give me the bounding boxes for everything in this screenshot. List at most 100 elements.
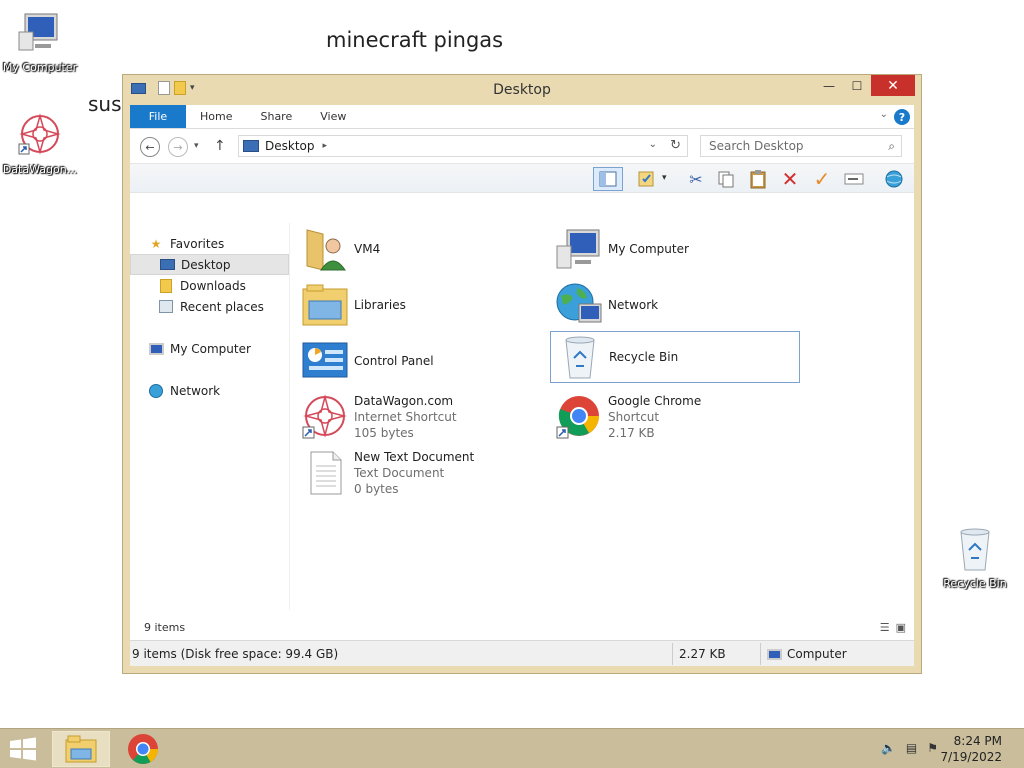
- taskbar: 🔈 ▤ ⚑ 8:24 PM 7/19/2022: [0, 728, 1024, 768]
- desktop-icon-label: DataWagon...: [2, 163, 78, 176]
- forward-button[interactable]: →: [168, 137, 188, 157]
- downloads-icon: [158, 278, 174, 294]
- volume-muted-icon[interactable]: 🔈: [881, 741, 896, 755]
- file-name: Recycle Bin: [609, 350, 679, 364]
- recent-locations-icon[interactable]: ▾: [194, 141, 199, 151]
- file-size: 0 bytes: [354, 482, 399, 496]
- nav-favorites-label: Favorites: [170, 236, 225, 251]
- start-button[interactable]: [8, 737, 38, 761]
- minimize-button[interactable]: —: [815, 75, 843, 96]
- clipboard-icon: [750, 170, 766, 189]
- refresh-icon[interactable]: ↻: [670, 138, 681, 153]
- address-bar[interactable]: Desktop ▸ ⌄ ↻: [238, 135, 688, 157]
- cut-button[interactable]: ✂: [684, 167, 708, 191]
- delete-button[interactable]: ✕: [778, 167, 802, 191]
- nav-recent-label: Recent places: [180, 299, 264, 314]
- file-item-recycle-bin[interactable]: Recycle Bin: [550, 331, 800, 383]
- desktop-icon-label: My Computer: [2, 61, 78, 74]
- file-name: DataWagon.com: [354, 394, 454, 408]
- nav-network-label: Network: [170, 383, 221, 398]
- file-name: VM4: [354, 242, 381, 256]
- desktop-location-icon: [243, 140, 259, 152]
- file-item-google-chrome[interactable]: Google Chrome Shortcut 2.17 KB: [554, 391, 804, 443]
- tab-view[interactable]: View: [306, 105, 360, 128]
- web-button[interactable]: [882, 167, 906, 191]
- navigation-pane: ★ Favorites Desktop Downloads Recent pla…: [130, 223, 290, 610]
- back-button[interactable]: ←: [140, 137, 160, 157]
- datawagon-shortcut-icon: [18, 113, 61, 155]
- file-item-my-computer[interactable]: My Computer: [554, 223, 804, 275]
- file-size: 105 bytes: [354, 426, 414, 440]
- title-bar[interactable]: ▾ Desktop — ☐ ✕: [123, 75, 921, 105]
- file-item-datawagon[interactable]: DataWagon.com Internet Shortcut 105 byte…: [300, 391, 550, 443]
- copy-icon: [718, 171, 734, 188]
- desktop-icon: [159, 257, 175, 273]
- file-type: Internet Shortcut: [354, 410, 457, 424]
- paste-button[interactable]: [746, 167, 770, 191]
- status-bar: 9 items (Disk free space: 99.4 GB) 2.27 …: [130, 640, 914, 666]
- nav-favorites[interactable]: ★ Favorites: [130, 233, 289, 254]
- nav-network[interactable]: Network: [130, 380, 289, 401]
- nav-recent-places[interactable]: Recent places: [130, 296, 289, 317]
- chrome-shortcut-icon: [556, 396, 599, 439]
- file-name: Network: [608, 298, 659, 312]
- file-item-libraries[interactable]: Libraries: [300, 279, 550, 331]
- clock[interactable]: 8:24 PM 7/19/2022: [940, 733, 1002, 765]
- nav-desktop[interactable]: Desktop: [130, 254, 289, 275]
- network-globe-icon: [556, 283, 602, 323]
- recycle-bin-icon: [565, 336, 595, 379]
- file-item-network[interactable]: Network: [554, 279, 804, 331]
- globe-icon: [885, 170, 903, 188]
- details-view-icon[interactable]: ☰: [880, 621, 890, 634]
- search-icon: ⌕: [888, 139, 895, 153]
- scissors-icon: ✂: [689, 169, 703, 189]
- breadcrumb-arrow-icon[interactable]: ▸: [323, 141, 328, 151]
- select-button[interactable]: [634, 167, 658, 191]
- help-icon[interactable]: ?: [894, 109, 910, 125]
- up-button[interactable]: ↑: [214, 138, 226, 154]
- recent-places-icon: [158, 299, 174, 315]
- expand-ribbon-icon[interactable]: ⌄: [880, 109, 888, 120]
- tab-share[interactable]: Share: [246, 105, 306, 128]
- text-document-icon: [310, 451, 342, 495]
- checklist-icon: [638, 171, 654, 187]
- nav-downloads[interactable]: Downloads: [130, 275, 289, 296]
- file-type: Text Document: [354, 466, 445, 480]
- datawagon-shortcut-icon: [302, 394, 347, 439]
- system-tray: 🔈 ▤ ⚑: [881, 741, 938, 755]
- tab-file[interactable]: File: [130, 105, 186, 128]
- taskbar-explorer-button[interactable]: [52, 731, 110, 767]
- ribbon-tabs: File Home Share View ⌄ ?: [130, 105, 914, 129]
- delete-x-icon: ✕: [781, 167, 799, 191]
- file-item-new-text-document[interactable]: New Text Document Text Document 0 bytes: [300, 447, 550, 499]
- navigation-pane-button[interactable]: [593, 167, 623, 191]
- address-dropdown-icon[interactable]: ⌄: [649, 139, 657, 150]
- desktop-icon-label: Recycle Bin: [943, 577, 1007, 590]
- nav-my-computer-label: My Computer: [170, 341, 251, 356]
- tab-home[interactable]: Home: [186, 105, 246, 128]
- network-status-icon[interactable]: ▤: [906, 741, 917, 755]
- large-icons-view-icon[interactable]: ▣: [896, 621, 906, 634]
- desktop-icon-my-computer[interactable]: My Computer: [0, 10, 80, 74]
- clock-date: 7/19/2022: [940, 750, 1002, 764]
- action-center-icon[interactable]: ⚑: [927, 741, 938, 755]
- rename-button[interactable]: [842, 167, 866, 191]
- file-item-vm4[interactable]: VM4: [300, 223, 550, 275]
- close-button[interactable]: ✕: [871, 75, 915, 96]
- taskbar-chrome-button[interactable]: [114, 731, 172, 767]
- network-icon: [148, 383, 164, 399]
- chrome-icon: [128, 734, 158, 764]
- maximize-button[interactable]: ☐: [843, 75, 871, 96]
- search-placeholder: Search Desktop: [709, 139, 804, 153]
- properties-button[interactable]: ✓: [810, 167, 834, 191]
- copy-button[interactable]: [714, 167, 738, 191]
- item-count: 9 items: [144, 621, 186, 634]
- desktop-icon-recycle-bin[interactable]: Recycle Bin: [935, 526, 1015, 590]
- nav-my-computer[interactable]: My Computer: [130, 338, 289, 359]
- explorer-window: ▾ Desktop — ☐ ✕ File Home Share View ⌄ ?…: [122, 74, 922, 674]
- select-dropdown-icon[interactable]: ▾: [662, 173, 667, 183]
- desktop-icon-datawagon[interactable]: DataWagon...: [0, 112, 80, 176]
- file-item-control-panel[interactable]: Control Panel: [300, 335, 550, 387]
- search-input[interactable]: Search Desktop ⌕: [700, 135, 902, 157]
- file-name: New Text Document: [354, 450, 475, 464]
